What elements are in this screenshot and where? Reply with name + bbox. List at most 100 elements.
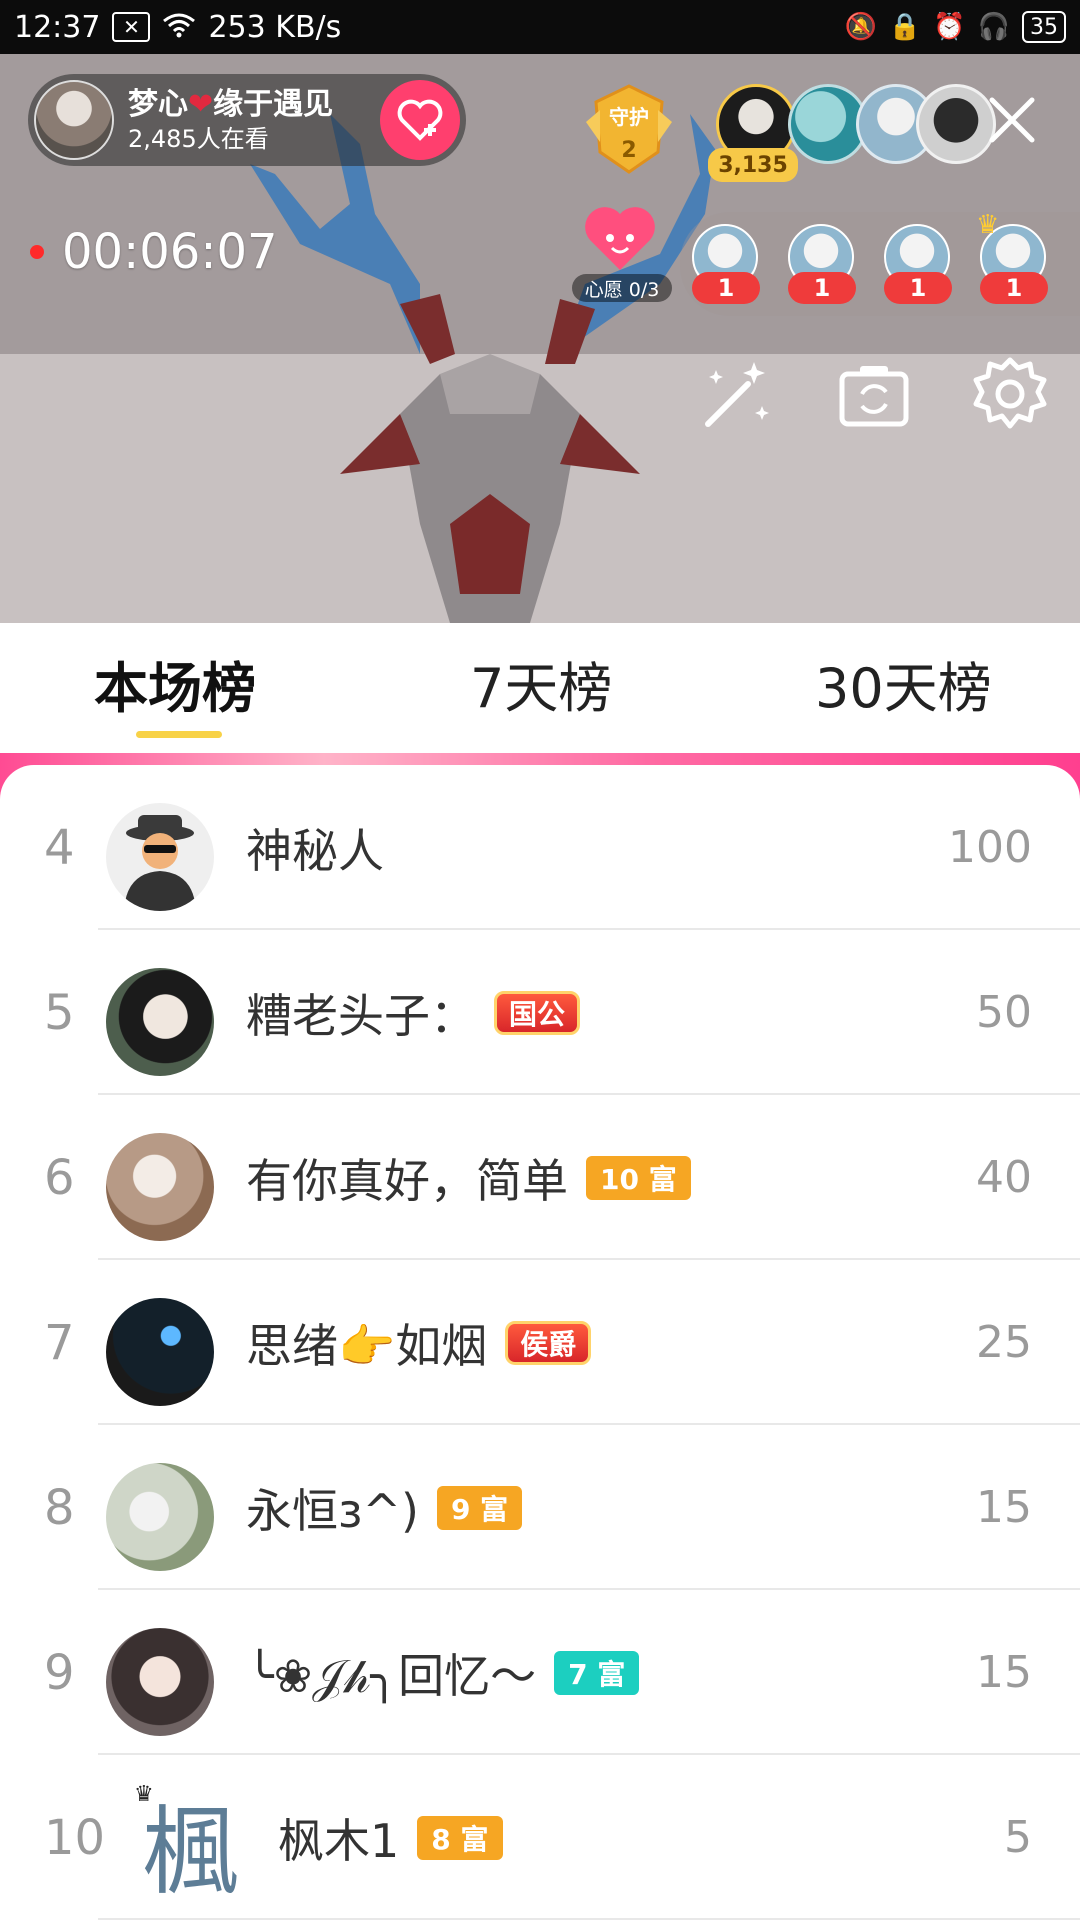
- user-name: 神秘人: [246, 765, 384, 930]
- wish-button[interactable]: 心愿 0/3: [572, 204, 672, 304]
- rank-number: 4: [44, 819, 75, 876]
- settings-gear-icon[interactable]: [970, 354, 1050, 434]
- guard-label: 守护: [609, 105, 649, 129]
- wish-label: 心愿 0/3: [572, 274, 672, 302]
- list-item[interactable]: 4 神秘人 100: [0, 765, 1080, 930]
- score: 5: [1004, 1812, 1032, 1863]
- rank-number: 5: [44, 984, 75, 1041]
- gift-sender[interactable]: ♛ 1: [976, 210, 1048, 314]
- avatar-glyph: 楓: [142, 1796, 238, 1905]
- user-name-text: 神秘人: [246, 823, 384, 878]
- heart-icon: ❤: [188, 87, 214, 122]
- avatar[interactable]: [106, 1463, 214, 1571]
- list-item[interactable]: 8 永恒ɜ^) 9 富 15: [0, 1425, 1080, 1590]
- guard-badge[interactable]: 守护 2: [586, 82, 672, 178]
- gift-count: 1: [788, 272, 856, 304]
- score: 15: [976, 1647, 1032, 1698]
- tab-30-days[interactable]: 30天榜: [815, 643, 992, 723]
- wish-heart-icon: [585, 207, 655, 270]
- battery-level: 35: [1030, 14, 1058, 40]
- ranking-list: 4 神秘人 100 5 糟老头子： 国公 50 6 有你真好，简单 10 富 40 …: [0, 765, 1080, 1920]
- wealth-level-badge: 9 富: [436, 1485, 523, 1530]
- viewer-count-text: 2,485人在看: [128, 125, 269, 153]
- score: 50: [976, 987, 1032, 1038]
- gift-count: 1: [692, 272, 760, 304]
- score: 40: [976, 1152, 1032, 1203]
- rank-number: 8: [44, 1479, 75, 1536]
- crown-icon: ♛: [976, 210, 1000, 240]
- wifi-icon: [162, 12, 196, 43]
- rank-number: 10: [44, 1809, 106, 1866]
- live-preview: 梦心❤缘于遇见 2,485人在看 守护 2 3,135 00:06:07 心愿 …: [0, 54, 1080, 623]
- user-name: 糟老头子： 国公: [246, 930, 581, 1095]
- host-name-line: 梦心❤缘于遇见: [128, 86, 333, 124]
- list-item[interactable]: 9 ╰❀𝒥𝒽╮回忆～ 7 富 15: [0, 1590, 1080, 1755]
- status-time: 12:37: [14, 9, 101, 45]
- rank-number: 7: [44, 1314, 75, 1371]
- host-avatar[interactable]: [34, 80, 114, 160]
- recording-dot-icon: [30, 245, 44, 259]
- net-speed: 253 KB/s: [208, 9, 342, 45]
- rank-number: 6: [44, 1149, 75, 1206]
- tab-active-indicator: [136, 731, 222, 738]
- gift-count: 1: [884, 272, 952, 304]
- wealth-level-badge: 8 富: [417, 1815, 503, 1860]
- host-name-suffix: 缘于遇见: [213, 87, 334, 122]
- gift-count: 1: [980, 272, 1048, 304]
- top-viewer-avatar[interactable]: [916, 84, 996, 164]
- bell-muted-icon: 🔕: [844, 12, 877, 42]
- user-name: ╰❀𝒥𝒽╮回忆～ 7 富: [246, 1590, 640, 1755]
- user-name: 枫木1 8 富: [278, 1755, 503, 1920]
- avatar[interactable]: [106, 1628, 214, 1736]
- avatar[interactable]: [106, 1298, 214, 1406]
- user-name-text: 思绪👉如烟: [246, 1318, 488, 1373]
- follow-heart-button[interactable]: [380, 80, 460, 160]
- user-name: 思绪👉如烟 侯爵: [246, 1260, 592, 1425]
- magic-wand-icon[interactable]: [696, 354, 776, 434]
- rank-number: 9: [44, 1644, 75, 1701]
- title-badge: 侯爵: [505, 1320, 592, 1365]
- user-name: 永恒ɜ^) 9 富: [246, 1425, 523, 1590]
- notification-icon: ✕: [112, 12, 151, 42]
- gift-sender[interactable]: 1: [882, 224, 952, 314]
- avatar[interactable]: [106, 1133, 214, 1241]
- user-name-text: 永恒ɜ^): [246, 1483, 419, 1538]
- tab-7-days[interactable]: 7天榜: [470, 643, 612, 723]
- timer-value: 00:06:07: [62, 224, 278, 280]
- user-name: 有你真好，简单 10 富: [246, 1095, 691, 1260]
- ranking-tabs: 本场榜 7天榜 30天榜: [0, 623, 1080, 753]
- list-item[interactable]: 6 有你真好，简单 10 富 40: [0, 1095, 1080, 1260]
- user-name-text: 枫木1: [278, 1813, 400, 1868]
- host-info-pill[interactable]: 梦心❤缘于遇见 2,485人在看: [28, 74, 466, 166]
- list-item[interactable]: 5 糟老头子： 国公 50: [0, 930, 1080, 1095]
- battery-icon: 35: [1022, 11, 1066, 43]
- user-name-text: 糟老头子：: [246, 988, 476, 1043]
- score: 15: [976, 1482, 1032, 1533]
- headphones-icon: 🎧: [977, 12, 1010, 42]
- guard-count: 2: [621, 138, 637, 163]
- gift-sender[interactable]: 1: [786, 224, 856, 314]
- list-item[interactable]: 7 思绪👉如烟 侯爵 25: [0, 1260, 1080, 1425]
- avatar[interactable]: [106, 968, 214, 1076]
- wealth-level-badge: 10 富: [586, 1155, 691, 1200]
- live-timer: 00:06:07: [30, 224, 278, 280]
- wealth-level-badge: 7 富: [554, 1650, 640, 1695]
- avatar[interactable]: [106, 803, 214, 911]
- list-item[interactable]: 10 ♛ 楓 枫木1 8 富 5: [0, 1755, 1080, 1920]
- score: 100: [948, 822, 1032, 873]
- alarm-icon: ⏰: [933, 12, 966, 42]
- switch-camera-icon[interactable]: [834, 354, 914, 434]
- avatar[interactable]: ♛ 楓: [130, 1785, 250, 1905]
- gift-sender[interactable]: 1: [690, 224, 760, 314]
- score: 25: [976, 1317, 1032, 1368]
- host-name: 梦心: [128, 87, 188, 122]
- tab-this-session[interactable]: 本场榜: [94, 643, 256, 723]
- close-icon[interactable]: [986, 94, 1038, 146]
- title-badge: 国公: [494, 990, 581, 1035]
- status-bar: 12:37 ✕ 253 KB/s 🔕 🔒 ⏰ 🎧 35: [0, 0, 1080, 54]
- lock-icon: 🔒: [888, 12, 922, 42]
- user-name-text: ╰❀𝒥𝒽╮回忆～: [246, 1648, 537, 1703]
- viewer-rank-count: 3,135: [708, 148, 798, 182]
- gift-ranking-strip: 1 1 1 ♛ 1: [680, 210, 1080, 316]
- user-name-text: 有你真好，简单: [246, 1153, 568, 1208]
